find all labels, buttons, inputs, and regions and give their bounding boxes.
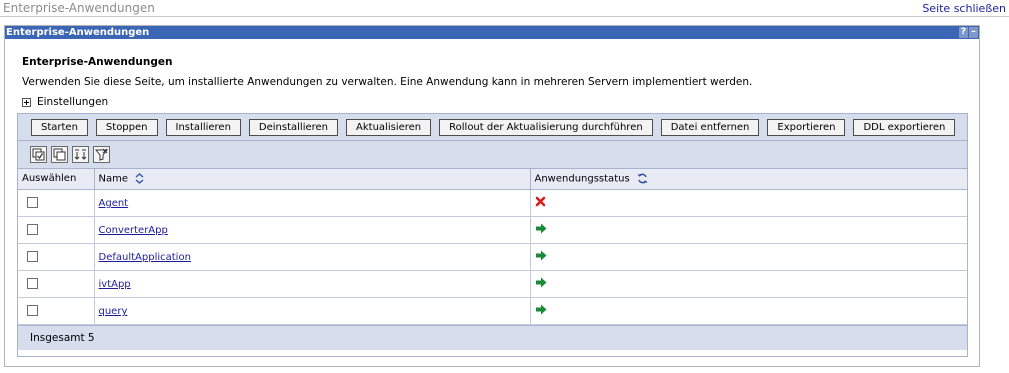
install-button[interactable]: Installieren (165, 118, 241, 136)
settings-label: Einstellungen (37, 96, 109, 108)
remove-file-button[interactable]: Datei entfernen (660, 118, 760, 136)
deselect-all-icon[interactable] (51, 146, 68, 163)
row-select-cell (18, 297, 95, 325)
portlet-title: Enterprise-Anwendungen (6, 27, 150, 38)
icon-toolbar (18, 141, 967, 169)
green-arrow-icon (535, 223, 546, 233)
portlet-title-bar: Enterprise-Anwendungen ? – (5, 26, 979, 39)
sort-icon[interactable] (135, 173, 144, 184)
name-cell: DefaultApplication (94, 243, 531, 271)
table-row: query (18, 297, 967, 325)
name-cell: ivtApp (94, 270, 531, 298)
name-cell: Agent (94, 189, 531, 217)
name-cell: query (94, 297, 531, 325)
row-checkbox[interactable] (27, 224, 38, 235)
start-button[interactable]: Starten (31, 118, 88, 136)
app-link-agent[interactable]: Agent (99, 198, 129, 209)
button-bar: Starten Stoppen Installieren Deinstallie… (18, 114, 967, 141)
section-heading: Enterprise-Anwendungen (22, 56, 173, 68)
page-title: Enterprise-Anwendungen (3, 1, 155, 15)
stop-button[interactable]: Stoppen (95, 118, 158, 136)
status-cell (530, 270, 967, 298)
rollout-update-button[interactable]: Rollout der Aktualisierung durchführen (439, 118, 653, 136)
show-filter-icon[interactable] (72, 146, 89, 163)
uninstall-button[interactable]: Deinstallieren (248, 118, 339, 136)
table-row: ConverterApp (18, 216, 967, 244)
refresh-icon[interactable] (637, 173, 648, 184)
green-arrow-icon (535, 304, 546, 314)
row-checkbox[interactable] (27, 197, 38, 208)
total-count: Insgesamt 5 (18, 324, 967, 350)
table-row: Agent (18, 189, 967, 217)
green-arrow-icon (535, 250, 546, 260)
table-header-row: Auswählen Name Anwendungsstatus (18, 169, 967, 190)
name-cell: ConverterApp (94, 216, 531, 244)
settings-toggle[interactable]: Einstellungen (22, 96, 108, 108)
row-select-cell (18, 243, 95, 271)
row-select-cell (18, 270, 95, 298)
export-button[interactable]: Exportieren (767, 118, 846, 136)
table-row: DefaultApplication (18, 243, 967, 271)
help-icon[interactable]: ? (959, 27, 968, 38)
row-select-cell (18, 216, 95, 244)
update-button[interactable]: Aktualisieren (346, 118, 432, 136)
status-cell (530, 189, 967, 217)
header-status: Anwendungsstatus (530, 169, 967, 190)
table-row: ivtApp (18, 270, 967, 298)
row-select-cell (18, 189, 95, 217)
status-cell (530, 216, 967, 244)
clear-filter-icon[interactable] (93, 146, 110, 163)
status-cell (530, 243, 967, 271)
row-checkbox[interactable] (27, 251, 38, 262)
page-description: Verwenden Sie diese Seite, um installier… (22, 76, 753, 88)
portlet: Enterprise-Anwendungen ? – Enterprise-An… (4, 25, 980, 367)
expand-icon[interactable] (22, 97, 31, 107)
applications-table: Auswählen Name Anwendungsstatus Agent Co… (18, 169, 967, 325)
row-checkbox[interactable] (27, 305, 38, 316)
header-select: Auswählen (18, 169, 95, 190)
green-arrow-icon (535, 277, 546, 287)
app-link-query[interactable]: query (99, 306, 128, 317)
status-cell (530, 297, 967, 325)
minimize-icon[interactable]: – (969, 27, 978, 38)
red-x-icon (535, 196, 545, 206)
app-link-ivtapp[interactable]: ivtApp (99, 279, 131, 290)
export-ddl-button[interactable]: DDL exportieren (853, 118, 956, 136)
app-link-defaultapplication[interactable]: DefaultApplication (99, 252, 191, 263)
applications-collection: Starten Stoppen Installieren Deinstallie… (17, 113, 968, 357)
close-page-link[interactable]: Seite schließen (922, 2, 1006, 15)
app-link-converterapp[interactable]: ConverterApp (99, 225, 168, 236)
row-checkbox[interactable] (27, 278, 38, 289)
select-all-icon[interactable] (30, 146, 47, 163)
header-divider (0, 16, 1009, 17)
header-name[interactable]: Name (94, 169, 531, 190)
